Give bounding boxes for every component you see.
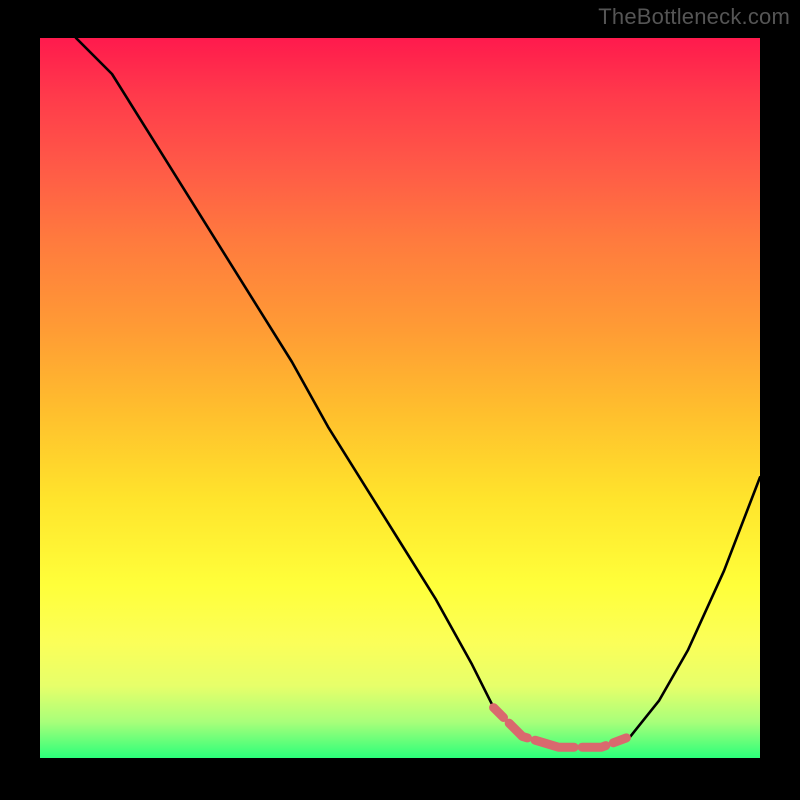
highlight-segment (494, 708, 631, 748)
watermark-text: TheBottleneck.com (598, 4, 790, 30)
curve-layer (40, 38, 760, 758)
plot-area (40, 38, 760, 758)
main-curve (76, 38, 760, 747)
chart-container: TheBottleneck.com (0, 0, 800, 800)
